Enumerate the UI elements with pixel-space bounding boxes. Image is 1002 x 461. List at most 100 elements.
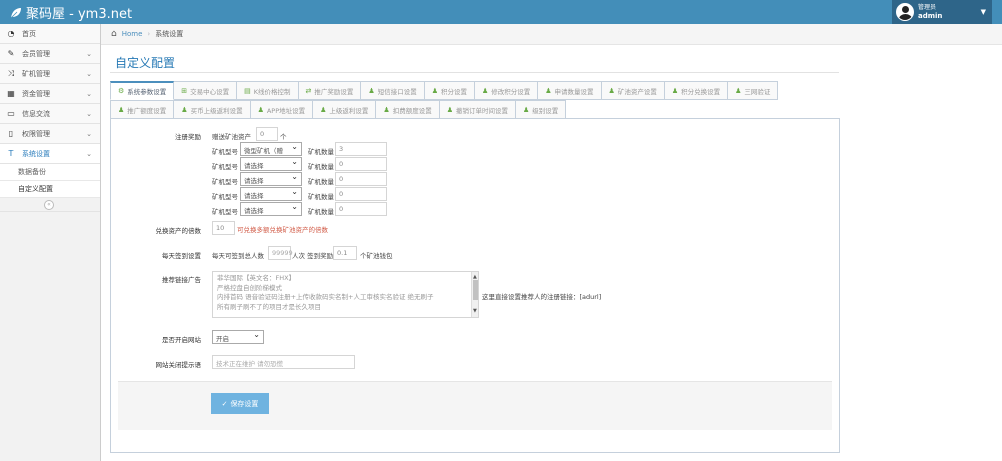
miner-qty-label: 矿机数量: [308, 193, 334, 201]
reg-reward-label: 注册奖励: [175, 133, 201, 141]
exchange-label: 兑换资产的倍数: [155, 227, 202, 235]
settings-tabs: ⚙ 系统参数设置 ⊞ 交易中心设置 ▤ K线价格控制 ⇄ 推广奖励设置 ♟ 短信接口设置 …: [110, 81, 840, 119]
tab-points-exchange[interactable]: ♟ 积分兑换设置: [664, 81, 729, 100]
miner-type-label: 矿机型号: [212, 178, 238, 186]
sidebar-item-members[interactable]: ✎ 会员管理 ⌄: [0, 44, 100, 64]
exchange-input[interactable]: 10: [212, 221, 235, 235]
close-tip-label: 网站关闭提示语: [155, 361, 202, 369]
textarea-scrollbar[interactable]: ▲ ▼: [471, 272, 478, 317]
text-icon: T: [8, 149, 14, 158]
brand-text: 聚码屋 - ym3.net: [26, 7, 133, 22]
miner-qty-input-1[interactable]: 3: [335, 142, 387, 156]
chevron-down-icon: ⌄: [86, 90, 92, 98]
gift-unit: 个: [280, 133, 287, 141]
miner-qty-label: 矿机数量: [308, 163, 334, 171]
brand[interactable]: 聚码屋 - ym3.net: [10, 3, 132, 22]
miner-type-label: 矿机型号: [212, 163, 238, 171]
sidebar-item-messages[interactable]: ▭ 信息交流 ⌄: [0, 104, 100, 124]
chevron-down-icon: ⌄: [86, 110, 92, 118]
miner-type-select-3[interactable]: 请选择: [240, 172, 302, 186]
leaf-icon: [10, 7, 21, 18]
user-icon: ♟: [257, 105, 264, 114]
edit-icon: ✎: [7, 49, 15, 58]
miner-type-label: 矿机型号: [212, 148, 238, 156]
tab-fee-quota[interactable]: ♟ 扣费额度设置: [376, 100, 440, 119]
user-icon: ♟: [118, 105, 125, 114]
user-icon: ♟: [545, 86, 552, 95]
tab-apply-qty[interactable]: ♟ 申请数量设置: [538, 81, 602, 100]
site-open-select[interactable]: 开启: [212, 330, 264, 344]
miner-qty-input-5[interactable]: 0: [335, 202, 387, 216]
chevron-down-icon: ⌄: [86, 50, 92, 58]
tab-levels[interactable]: ♟ 级别设置: [515, 100, 567, 119]
breadcrumb-separator: ›: [147, 30, 151, 38]
miner-type-label: 矿机型号: [212, 208, 238, 216]
sidebar-item-funds[interactable]: ▦ 资金管理 ⌄: [0, 84, 100, 104]
miner-type-select-4[interactable]: 请选择: [240, 187, 302, 201]
shuffle-icon: ⤨: [7, 68, 15, 78]
tab-promo-quota[interactable]: ♟ 推广额度设置: [110, 100, 175, 119]
sidebar-item-permissions[interactable]: ▯ 权限管理 ⌄: [0, 124, 100, 144]
tab-points[interactable]: ♟ 积分设置: [424, 81, 475, 100]
user-name: admin: [918, 12, 943, 20]
chevron-down-icon: ⌄: [86, 150, 92, 158]
user-icon: ♟: [608, 86, 615, 95]
breadcrumb-current: 系统设置: [155, 30, 184, 38]
sidebar-item-miners[interactable]: ⤨ 矿机管理 ⌄: [0, 64, 100, 84]
save-button[interactable]: ✓ 保存设置: [211, 393, 269, 414]
tab-app-url[interactable]: ♟ APP地址设置: [250, 100, 314, 119]
tab-buy-rebate[interactable]: ♟ 买币上级返利设置: [174, 100, 251, 119]
ad-hint: 这里直接设置推荐人的注册链接：[adurl]: [482, 293, 602, 301]
user-icon: ♟: [522, 105, 530, 114]
check-icon: ✓: [221, 399, 228, 408]
signin-prefix: 每天可签到总人数: [212, 252, 264, 260]
tab-trade-center[interactable]: ⊞ 交易中心设置: [174, 81, 238, 100]
caret-down-icon: ▼: [980, 8, 986, 16]
tab-three-network[interactable]: ♟ 三网验证: [728, 81, 779, 100]
collapse-sidebar-button[interactable]: «: [44, 200, 54, 210]
chat-icon: ▭: [7, 109, 15, 118]
user-icon: ♟: [320, 105, 327, 114]
user-icon: ♟: [735, 86, 742, 95]
file-icon: ▯: [8, 129, 14, 138]
miner-type-select-2[interactable]: 请选择: [240, 157, 302, 171]
miner-qty-input-2[interactable]: 0: [335, 157, 387, 171]
gift-pool-input[interactable]: 0: [256, 127, 278, 141]
gears-icon: ⚙: [118, 87, 125, 95]
breadcrumb: ⌂ Home › 系统设置: [101, 24, 1002, 45]
user-icon: ♟: [431, 86, 438, 95]
gift-pool-label: 赠送矿池资产: [212, 133, 251, 141]
user-icon: ♟: [383, 105, 390, 114]
ad-textarea[interactable]: 菲华国际【英文名：FHX】 严格控盘自创阶梯模式 内排首码 语音验证码注册+上传…: [212, 271, 479, 318]
tab-edit-points[interactable]: ♟ 修改积分设置: [474, 81, 539, 100]
miner-qty-input-4[interactable]: 0: [335, 187, 387, 201]
top-navbar: 聚码屋 - ym3.net 管理员 admin ▼: [0, 0, 1002, 24]
submenu-item-backup[interactable]: 数据备份: [0, 164, 100, 181]
user-icon: ♟: [671, 86, 679, 95]
miner-type-select-1[interactable]: 微型矿机（赠: [240, 142, 302, 156]
ad-label: 推荐链接广告: [162, 276, 201, 284]
miner-qty-input-3[interactable]: 0: [335, 172, 387, 186]
settings-panel: 注册奖励 赠送矿池资产 0 个 矿机型号 微型矿机（赠 矿机数量 3 矿机型号 …: [110, 118, 840, 453]
tab-system-params[interactable]: ⚙ 系统参数设置: [110, 81, 175, 100]
user-menu[interactable]: 管理员 admin ▼: [892, 0, 992, 24]
tab-upline-rebate[interactable]: ♟ 上级返利设置: [313, 100, 377, 119]
signin-people-input[interactable]: 99999: [268, 246, 293, 260]
breadcrumb-home-link[interactable]: Home: [122, 30, 143, 38]
close-tip-input[interactable]: 技术正在维护 请勿恐慌: [212, 355, 355, 369]
submenu-item-custom-config[interactable]: 自定义配置: [0, 181, 100, 198]
tab-cancel-order-time[interactable]: ♟ 撤销订单时间设置: [439, 100, 516, 119]
signin-mid: 人次 签到奖励: [292, 252, 334, 260]
tab-pool-assets[interactable]: ♟ 矿池资产设置: [601, 81, 665, 100]
signin-reward-input[interactable]: 0.1: [333, 246, 357, 260]
home-icon: ⌂: [111, 29, 117, 39]
tab-promo-reward[interactable]: ⇄ 推广奖励设置: [298, 81, 362, 100]
miner-type-select-5[interactable]: 请选择: [240, 202, 302, 216]
user-icon: ♟: [446, 105, 453, 114]
tab-sms-api[interactable]: ♟ 短信接口设置: [361, 81, 425, 100]
credit-card-icon: ▤: [244, 86, 251, 95]
sidebar-item-settings[interactable]: T 系统设置 ⌄: [0, 144, 100, 164]
sidebar-item-home[interactable]: ◔ 首页: [0, 24, 100, 44]
tab-kline-price[interactable]: ▤ K线价格控制: [237, 81, 299, 100]
scroll-down-icon: ▼: [473, 307, 477, 314]
